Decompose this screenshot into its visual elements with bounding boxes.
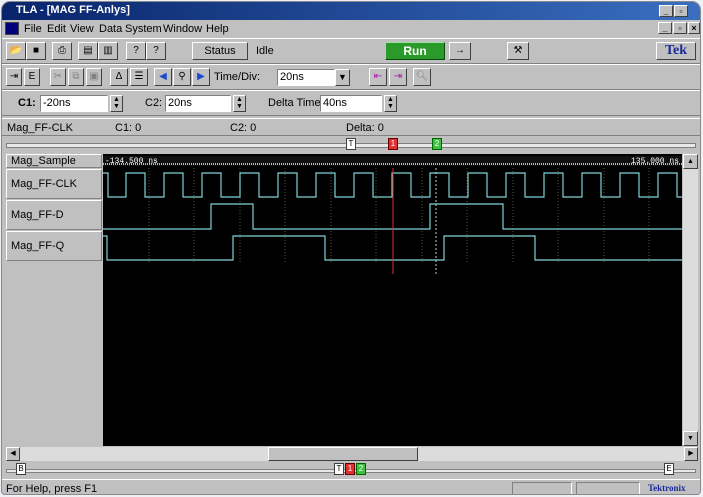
delta-time-spinner[interactable]: ▲ ▼ (384, 95, 397, 112)
signal-name-sample[interactable]: Mag_Sample (6, 154, 102, 168)
end-marker-icon[interactable]: E (664, 463, 674, 475)
search-back-icon[interactable]: ◀ (154, 68, 172, 86)
info-c1: C1: 0 (115, 122, 142, 134)
delta-icon[interactable]: Δ (110, 68, 128, 86)
c2-spinner[interactable]: ▲ ▼ (233, 95, 246, 112)
app-window: TLA - [MAG FF-Anlys] _ ▫ File Edit View … (1, 1, 701, 495)
waveform-display[interactable]: -134.500 ns 135.000 ns (103, 154, 682, 446)
menu-help[interactable]: Help (206, 23, 229, 35)
hammer-icon[interactable]: ⚒ (507, 42, 529, 60)
cursor-info-bar: Mag_FF-CLK C1: 0 C2: 0 Delta: 0 (2, 118, 700, 136)
child-close-button[interactable]: × (688, 22, 700, 34)
open-icon[interactable]: 📂 (6, 42, 26, 60)
tek-logo-button[interactable]: Tek (656, 42, 696, 60)
menu-edit[interactable]: Edit (47, 23, 66, 35)
app-icon[interactable] (5, 22, 19, 35)
info-signal: Mag_FF-CLK (7, 122, 74, 134)
status-pane-1 (512, 482, 572, 494)
tektronix-logo: Tektronix (648, 483, 686, 493)
cursor2-marker-icon[interactable]: 2 (432, 138, 442, 150)
bottom-trigger-marker-icon[interactable]: T (334, 463, 344, 475)
signal-name-q[interactable]: Mag_FF-Q (6, 231, 102, 261)
timediv-select[interactable]: 20ns (277, 69, 335, 86)
zoom-out-icon[interactable]: ⇤ (369, 68, 387, 86)
status-bar: For Help, press F1 Tektronix (2, 479, 700, 495)
trigger-window-icon[interactable]: ▥ (98, 42, 118, 60)
begin-marker-icon[interactable]: B (16, 463, 26, 475)
minimize-button[interactable]: _ (659, 5, 673, 17)
toolbar-main: 📂 ■ ⎙ ▤ ▥ ? ? Status Idle Run → ⚒ Tek (2, 38, 700, 64)
bottom-cursor1-marker-icon[interactable]: 1 (345, 463, 355, 475)
chevron-down-icon[interactable]: ▼ (335, 69, 350, 86)
waveform-canvas: -134.500 ns 135.000 ns (103, 156, 682, 274)
timediv-label: Time/Div: (214, 71, 261, 83)
c1-input[interactable]: -20ns (40, 95, 108, 112)
properties-icon[interactable]: ☰ (130, 68, 148, 86)
trigger-marker-icon[interactable]: T (346, 138, 356, 150)
status-button[interactable]: Status (192, 42, 248, 60)
end-time-label: 135.000 ns (631, 157, 679, 166)
scroll-up-icon[interactable]: ▲ (683, 154, 698, 169)
toolbar-waveform: ⇥ E ✂ ⧉ ▣ Δ ☰ ◀ ⚲ ▶ Time/Div: 20ns ▼ ⇤ ⇥… (2, 64, 700, 90)
menu-window[interactable]: Window (163, 23, 202, 35)
info-delta: Delta: 0 (346, 122, 384, 134)
copy-icon[interactable]: ⧉ (68, 68, 84, 86)
child-minimize-button[interactable]: _ (658, 22, 672, 34)
signal-name-column: Mag_Sample Mag_FF-CLK Mag_FF-D Mag_FF-Q (6, 154, 102, 446)
binoculars-icon[interactable]: ⚲ (173, 68, 191, 86)
run-button[interactable]: Run (385, 42, 445, 60)
toolbar-cursors: C1: -20ns ▲ ▼ C2: 20ns ▲ ▼ Delta Time: 40n… (2, 90, 700, 116)
c1-spinner[interactable]: ▲ ▼ (110, 95, 123, 112)
delta-time-input[interactable]: 40ns (320, 95, 382, 112)
vertical-scrollbar[interactable]: ▲ ▼ (683, 154, 698, 446)
overview-marker-bar: B T 1 2 E (2, 461, 700, 479)
c1-label: C1: (18, 97, 36, 109)
child-restore-button[interactable]: ▫ (673, 22, 687, 34)
scroll-thumb[interactable] (268, 447, 418, 461)
paste-icon[interactable]: ▣ (86, 68, 102, 86)
status-pane-2 (576, 482, 640, 494)
menu-view[interactable]: View (70, 23, 94, 35)
start-time-label: -134.500 ns (105, 157, 158, 166)
maximize-button[interactable]: ▫ (674, 5, 688, 17)
status-value: Idle (256, 45, 274, 57)
delta-time-label: Delta Time: (268, 97, 324, 109)
title-bar: TLA - [MAG FF-Anlys] _ ▫ (2, 2, 700, 20)
cut-icon[interactable]: ✂ (50, 68, 66, 86)
print-icon[interactable]: ⎙ (52, 42, 72, 60)
run-mode-arrow-button[interactable]: → (449, 42, 471, 60)
signal-name-clk[interactable]: Mag_FF-CLK (6, 169, 102, 199)
status-help-text: For Help, press F1 (6, 483, 98, 495)
menu-system[interactable]: System (125, 23, 162, 35)
setup-window-icon[interactable]: ▤ (78, 42, 98, 60)
c2-input[interactable]: 20ns (165, 95, 231, 112)
horizontal-scrollbar[interactable]: ◀ ▶ (6, 447, 698, 461)
zoom-in-icon[interactable]: ⇥ (389, 68, 407, 86)
context-help-icon[interactable]: ? (126, 42, 146, 60)
c2-label: C2: (145, 97, 163, 109)
scroll-down-icon[interactable]: ▼ (683, 431, 698, 446)
add-data-icon[interactable]: E (24, 68, 40, 86)
menu-file[interactable]: File (24, 23, 42, 35)
magnify-icon[interactable]: 🔍︎ (413, 68, 431, 86)
cursor-marker-bar: T 1 2 (2, 137, 700, 153)
help-icon[interactable]: ? (146, 42, 166, 60)
scroll-left-icon[interactable]: ◀ (6, 447, 20, 461)
menu-data[interactable]: Data (99, 23, 122, 35)
window-title: TLA - [MAG FF-Anlys] (16, 4, 130, 16)
waveform-grid (148, 168, 650, 262)
menu-bar: File Edit View Data System Window Help _… (2, 20, 700, 38)
cursor1-marker-icon[interactable]: 1 (388, 138, 398, 150)
add-waveform-icon[interactable]: ⇥ (6, 68, 22, 86)
bottom-cursor2-marker-icon[interactable]: 2 (356, 463, 366, 475)
scroll-right-icon[interactable]: ▶ (684, 447, 698, 461)
search-forward-icon[interactable]: ▶ (192, 68, 210, 86)
save-icon[interactable]: ■ (26, 42, 46, 60)
info-c2: C2: 0 (230, 122, 257, 134)
signal-name-d[interactable]: Mag_FF-D (6, 200, 102, 230)
